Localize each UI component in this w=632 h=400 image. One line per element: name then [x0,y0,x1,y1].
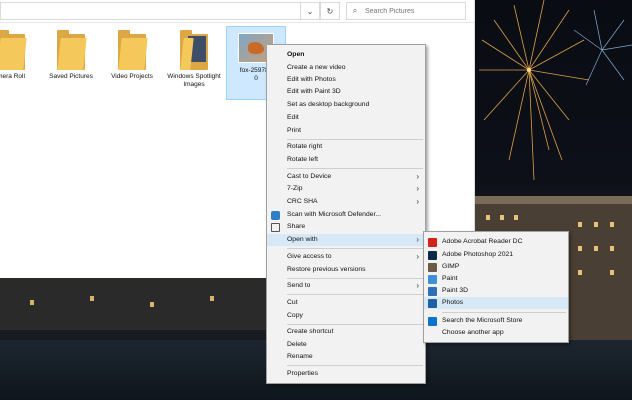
photos-icon [428,299,437,308]
paint-3d-icon [428,287,437,296]
gimp-icon [428,263,437,272]
chevron-right-icon: › [416,235,419,244]
folder-item[interactable]: Windows Spotlight Images [165,30,223,89]
menu-separator [287,248,423,249]
app-gimp[interactable]: GIMP [424,261,568,273]
menu-separator [442,312,566,313]
menu-item-send-to[interactable]: Send to › [267,280,425,292]
menu-item-create-shortcut[interactable]: Create shortcut [267,326,425,338]
address-dropdown-button[interactable]: ⌄ [300,2,320,20]
app-adobe-acrobat[interactable]: Adobe Acrobat Reader DC [424,236,568,248]
search-box[interactable]: ⌕ [346,2,466,20]
folder-label: Windows Spotlight Images [167,73,221,88]
menu-item-7zip[interactable]: 7-Zip › [267,183,425,195]
folder-icon [180,30,208,70]
search-input[interactable] [363,6,463,16]
search-icon: ⌕ [352,6,358,15]
menu-item-open-with[interactable]: Open with › [267,234,425,246]
menu-item-print[interactable]: Print [267,125,425,137]
menu-separator [287,324,423,325]
chevron-right-icon: › [416,172,419,181]
menu-item-delete[interactable]: Delete [267,339,425,351]
menu-item-edit[interactable]: Edit [267,112,425,124]
app-paint-3d[interactable]: Paint 3D [424,285,568,297]
folder-icon [118,30,148,70]
app-photos[interactable]: Photos [424,297,568,309]
menu-item-rotate-left[interactable]: Rotate left [267,154,425,166]
building-roof [474,196,632,204]
folder-item[interactable]: Video Projects [103,30,161,81]
chevron-right-icon: › [416,281,419,290]
menu-item-scan-defender[interactable]: Scan with Microsoft Defender... [267,209,425,221]
paint-icon [428,275,437,284]
menu-item-open[interactable]: Open [267,49,425,61]
photoshop-icon [428,251,437,260]
menu-item-crc-sha[interactable]: CRC SHA › [267,196,425,208]
menu-item-copy[interactable]: Copy [267,310,425,322]
chevron-right-icon: › [416,197,419,206]
menu-separator [287,365,423,366]
folder-label: Saved Pictures [49,73,93,80]
refresh-icon: ↻ [326,6,334,16]
menu-separator [287,278,423,279]
menu-item-cut[interactable]: Cut [267,297,425,309]
city-skyline [0,280,266,330]
folder-icon [57,30,87,70]
menu-item-edit-photos[interactable]: Edit with Photos [267,74,425,86]
open-with-submenu: Adobe Acrobat Reader DC Adobe Photoshop … [423,231,569,343]
refresh-button[interactable]: ↻ [320,2,340,20]
menu-separator [287,294,423,295]
menu-item-rename[interactable]: Rename [267,351,425,363]
folder-icon [0,30,27,70]
folder-label: mera Roll [0,73,25,80]
menu-item-set-background[interactable]: Set as desktop background [267,99,425,111]
chevron-right-icon: › [416,252,419,261]
chevron-right-icon: › [416,184,419,193]
fireworks-graphic [479,0,632,181]
menu-item-restore-versions[interactable]: Restore previous versions [267,264,425,276]
acrobat-icon [428,238,437,247]
search-microsoft-store[interactable]: Search the Microsoft Store [424,315,568,327]
share-icon [271,223,280,232]
menu-item-share[interactable]: Share [267,221,425,233]
folder-item[interactable]: Saved Pictures [42,30,100,81]
menu-separator [287,139,423,140]
menu-item-cast[interactable]: Cast to Device › [267,171,425,183]
defender-shield-icon [271,211,280,220]
folder-label: Video Projects [111,73,153,80]
choose-another-app[interactable]: Choose another app [424,327,568,339]
context-menu: Open Create a new video Edit with Photos… [266,44,426,384]
menu-item-give-access[interactable]: Give access to › [267,251,425,263]
app-adobe-photoshop[interactable]: Adobe Photoshop 2021 [424,249,568,261]
folder-item[interactable]: mera Roll [0,30,40,81]
address-bar: ⌄ ↻ ⌕ [0,0,474,23]
menu-item-rotate-right[interactable]: Rotate right [267,141,425,153]
chevron-down-icon: ⌄ [306,6,314,16]
menu-item-properties[interactable]: Properties [267,368,425,380]
menu-separator [287,168,423,169]
menu-item-edit-paint3d[interactable]: Edit with Paint 3D [267,86,425,98]
menu-item-create-video[interactable]: Create a new video [267,62,425,74]
address-field[interactable] [0,2,316,20]
microsoft-store-icon [428,317,437,326]
app-paint[interactable]: Paint [424,273,568,285]
